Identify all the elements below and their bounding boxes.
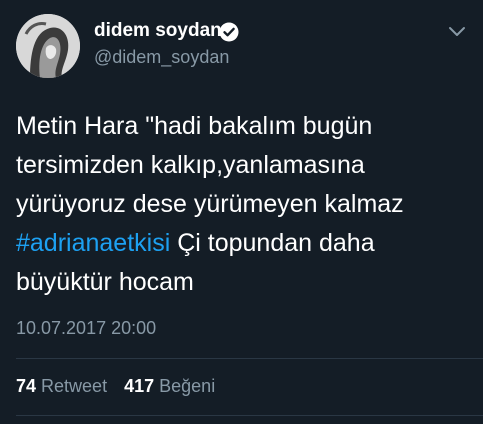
retweet-count: 74 xyxy=(16,376,37,396)
tweet-stats: 74 Retweet 417 Beğeni xyxy=(16,376,215,397)
tweet-card: didem soydan @didem_soydan Metin Hara "h… xyxy=(0,0,483,424)
verified-badge-icon xyxy=(219,22,239,42)
tweet-text-line: #adrianaetkisi Çi topundan daha xyxy=(16,224,466,263)
tweet-text-line: tersimizden kalkıp,yanlamasına xyxy=(16,151,365,179)
like-count: 417 xyxy=(124,376,155,396)
tweet-text-line: Metin Hara "hadi bakalım bugün xyxy=(16,112,373,140)
retweet-stat[interactable]: 74 Retweet xyxy=(16,376,107,397)
divider xyxy=(16,415,483,416)
tweet-text: Metin Hara "hadi bakalım bugün tersimizd… xyxy=(16,107,466,302)
tweet-text-fragment: Çi topundan daha xyxy=(170,229,375,257)
timestamp[interactable]: 10.07.2017 20:00 xyxy=(16,318,156,339)
avatar[interactable] xyxy=(16,14,80,78)
chevron-down-icon[interactable] xyxy=(447,25,467,39)
retweet-label: Retweet xyxy=(41,376,108,396)
like-label: Beğeni xyxy=(159,376,216,396)
like-stat[interactable]: 417 Beğeni xyxy=(124,376,215,397)
tweet-text-line: büyüktür hocam xyxy=(16,268,194,296)
hashtag-link[interactable]: #adrianaetkisi xyxy=(16,229,170,257)
avatar-photo xyxy=(16,14,80,78)
user-handle[interactable]: @didem_soydan xyxy=(94,47,229,68)
tweet-text-line: yürüyoruz dese yürümeyen kalmaz xyxy=(16,190,404,218)
divider xyxy=(16,358,483,359)
display-name[interactable]: didem soydan xyxy=(94,20,222,42)
